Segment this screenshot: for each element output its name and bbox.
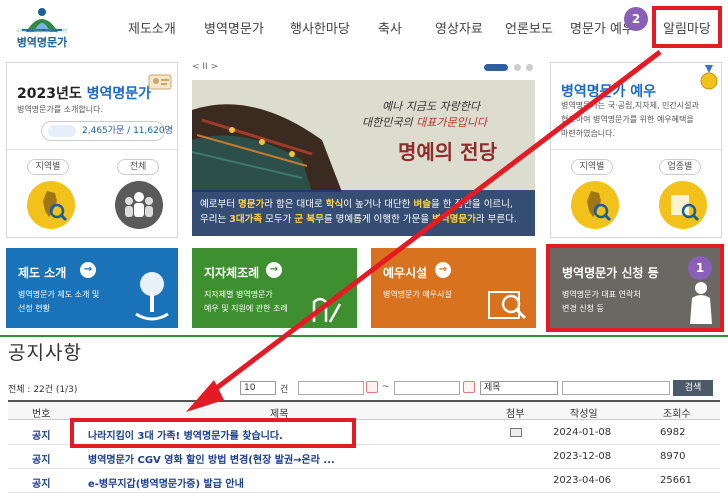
annotation-arrow-icon: [186, 50, 662, 412]
